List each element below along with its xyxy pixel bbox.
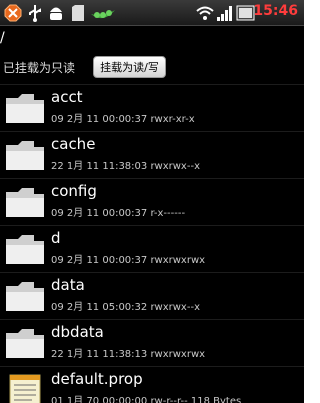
folder-icon [4,186,46,224]
file-name: data [51,276,85,294]
folder-icon [4,139,46,177]
text-file-icon [4,374,46,403]
list-item[interactable]: cache 22 1月 11 11:38:03 rwxrwx--x [0,131,304,178]
file-meta: 01 1月 70 00:00:00 rw-r--r-- 118 Bytes [51,396,242,403]
file-meta: 09 2月 11 00:00:37 rwxrwxrwx [51,255,206,266]
list-item[interactable]: d 09 2月 11 00:00:37 rwxrwxrwx [0,225,304,272]
folder-icon [4,327,46,365]
list-item[interactable]: config 09 2月 11 00:00:37 r-x------ [0,178,304,225]
file-name: config [51,182,97,200]
file-list: acct 09 2月 11 00:00:37 rwxr-xr-x cache 2… [0,84,304,403]
list-item[interactable]: dbdata 22 1月 11 11:38:13 rwxrwxrwx [0,319,304,366]
file-name: d [51,229,61,247]
mount-bar: 已挂载为只读 挂载为读/写 [0,51,304,85]
wifi-icon [196,4,214,26]
list-item[interactable]: acct 09 2月 11 00:00:37 rwxr-xr-x [0,84,304,131]
list-item[interactable]: data 09 2月 11 05:00:32 rwxrwx--x [0,272,304,319]
usb-icon [28,4,42,26]
mount-status-label: 已挂载为只读 [3,61,76,75]
file-name: acct [51,88,83,106]
folder-icon [4,233,46,271]
status-bar: 15:46 [0,0,304,26]
app-warning-icon [4,4,22,26]
file-meta: 22 1月 11 11:38:03 rwxrwx--x [51,161,200,172]
signal-icon [216,4,234,26]
pea-pod-icon [89,4,117,26]
current-path: / [0,30,5,46]
folder-icon [4,92,46,130]
screen: 15:46 / 已挂载为只读 挂载为读/写 acct 09 2月 11 00:0… [0,0,304,403]
file-meta: 09 2月 11 00:00:37 rwxr-xr-x [51,114,195,125]
folder-icon [4,280,46,318]
status-time: 15:46 [253,3,298,19]
file-name: cache [51,135,96,153]
list-item[interactable]: default.prop 01 1月 70 00:00:00 rw-r--r--… [0,366,304,403]
file-name: default.prop [51,370,143,388]
file-meta: 09 2月 11 05:00:32 rwxrwx--x [51,302,200,313]
file-meta: 09 2月 11 00:00:37 r-x------ [51,208,186,219]
android-debug-icon [48,4,64,26]
mount-rw-button[interactable]: 挂载为读/写 [93,56,166,78]
file-meta: 22 1月 11 11:38:13 rwxrwxrwx [51,349,206,360]
file-name: dbdata [51,323,104,341]
sd-card-icon [71,4,85,26]
